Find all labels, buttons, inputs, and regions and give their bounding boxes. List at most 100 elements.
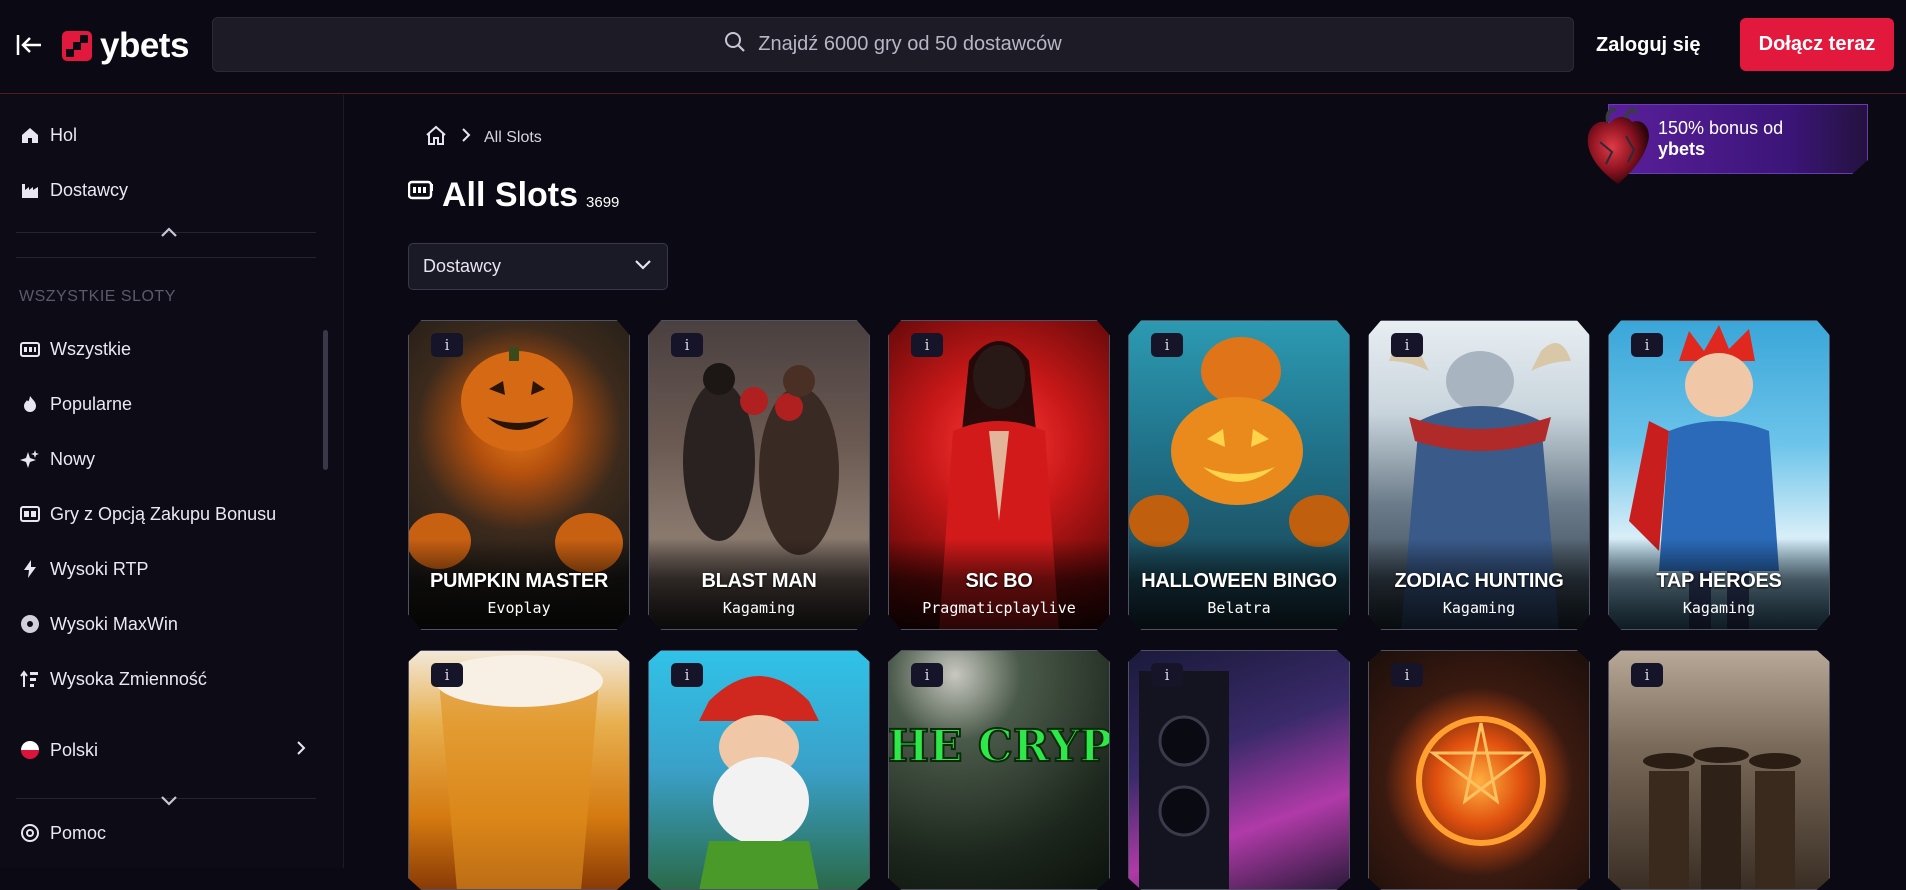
- sidebar-item-label: Wszystkie: [50, 338, 131, 359]
- sidebar-item-label: Wysoka Zmienność: [50, 668, 207, 689]
- swirl-icon: [20, 614, 40, 634]
- game-card[interactable]: i: [1128, 650, 1350, 890]
- logo-text: ybets: [100, 26, 189, 65]
- promo-banner[interactable]: 150% bonus od ybets: [1578, 102, 1868, 190]
- promo-line-1: 150% bonus od: [1658, 118, 1784, 138]
- game-card[interactable]: i HALLOWEEN BINGO Belatra: [1128, 320, 1350, 630]
- breadcrumb-current: All Slots: [484, 128, 542, 146]
- game-card[interactable]: i PUMPKIN MASTER Evoplay: [408, 320, 630, 630]
- game-provider: Belatra: [1207, 599, 1271, 617]
- lightning-icon: [20, 559, 40, 579]
- slot-machine-icon: [407, 178, 434, 215]
- collapse-sidebar-icon[interactable]: [14, 30, 44, 60]
- sidebar-item-label: Wysoki RTP: [50, 558, 149, 579]
- info-button[interactable]: i: [431, 663, 463, 687]
- help-icon: [20, 823, 40, 843]
- section-label: WSZYSTKIE SLOTY: [19, 288, 176, 305]
- chevron-up-icon[interactable]: [158, 221, 180, 243]
- sidebar-item-label: Pomoc: [50, 822, 107, 843]
- sidebar-item-label: Dostawcy: [50, 179, 129, 200]
- promo-text: 150% bonus od ybets: [1658, 118, 1783, 160]
- chevron-right-icon: [292, 739, 310, 762]
- game-title-art: THE CRYPT: [889, 721, 1110, 772]
- info-button[interactable]: i: [911, 663, 943, 687]
- sidebar-scrollbar[interactable]: [323, 330, 328, 470]
- games-count: 3699: [586, 194, 620, 211]
- game-name: ZODIAC HUNTING: [1394, 570, 1564, 592]
- sidebar-item-label: Popularne: [50, 393, 133, 414]
- game-provider: Evoplay: [487, 599, 551, 617]
- search-bar[interactable]: Znajdź 6000 gry od 50 dostawców: [212, 17, 1574, 72]
- info-button[interactable]: i: [911, 333, 943, 357]
- game-card[interactable]: i: [1608, 650, 1830, 890]
- flame-icon: [20, 394, 40, 414]
- info-button[interactable]: i: [671, 333, 703, 357]
- game-provider: Kagaming: [722, 599, 796, 617]
- game-name: PUMPKIN MASTER: [429, 570, 609, 592]
- top-header: ybets Znajdź 6000 gry od 50 dostawców Za…: [0, 0, 1906, 94]
- language-label: Polski: [50, 739, 99, 760]
- language-selector[interactable]: Polski: [20, 736, 310, 764]
- info-button[interactable]: i: [1151, 333, 1183, 357]
- join-now-button[interactable]: Dołącz teraz: [1740, 18, 1894, 71]
- game-card[interactable]: i SIC BO Pragmaticplaylive: [888, 320, 1110, 630]
- info-button[interactable]: i: [1631, 663, 1663, 687]
- providers-dropdown[interactable]: Dostawcy: [408, 243, 668, 290]
- game-card[interactable]: i TAP HEROES Kagaming: [1608, 320, 1830, 630]
- search-icon: [724, 31, 746, 58]
- game-card[interactable]: i: [648, 650, 870, 890]
- providers-dropdown-label: Dostawcy: [423, 256, 502, 276]
- sidebar-item-wysoka-zmiennosc[interactable]: Wysoka Zmienność: [20, 665, 207, 693]
- info-button[interactable]: i: [1391, 333, 1423, 357]
- game-card[interactable]: i: [1368, 650, 1590, 890]
- logo[interactable]: ybets: [62, 26, 189, 66]
- sidebar-item-label: Wysoki MaxWin: [50, 613, 178, 634]
- factory-icon: [20, 180, 40, 200]
- game-name: TAP HEROES: [1656, 570, 1782, 592]
- info-button[interactable]: i: [1631, 333, 1663, 357]
- sidebar-item-dostawcy[interactable]: Dostawcy: [20, 176, 128, 204]
- sidebar-item-nowy[interactable]: Nowy: [20, 445, 95, 473]
- game-provider: Pragmaticplaylive: [922, 599, 1076, 617]
- game-name: HALLOWEEN BINGO: [1141, 570, 1337, 592]
- poland-flag-icon: [20, 740, 40, 760]
- promo-line-2: ybets: [1658, 139, 1706, 159]
- chevron-down-icon: [633, 256, 653, 277]
- bonus-buy-icon: [20, 504, 40, 524]
- page-title: All Slots 3699: [407, 176, 620, 215]
- search-placeholder: Znajdź 6000 gry od 50 dostawców: [758, 33, 1062, 55]
- game-card[interactable]: i ZODIAC HUNTING Kagaming: [1368, 320, 1590, 630]
- sidebar-item-label: Hol: [50, 124, 78, 145]
- sidebar-item-wszystkie[interactable]: Wszystkie: [20, 335, 131, 363]
- info-button[interactable]: i: [431, 333, 463, 357]
- home-icon[interactable]: [424, 124, 448, 151]
- info-button[interactable]: i: [671, 663, 703, 687]
- info-button[interactable]: i: [1391, 663, 1423, 687]
- sidebar: Hol Dostawcy WSZYSTKIE SLOTY Wszystkie P…: [0, 95, 344, 868]
- sidebar-item-hol[interactable]: Hol: [20, 121, 77, 149]
- game-card[interactable]: THE CRYPT i: [888, 650, 1110, 890]
- slot-machine-icon: [20, 339, 40, 359]
- game-card[interactable]: i: [408, 650, 630, 890]
- chevron-down-icon[interactable]: [158, 789, 180, 811]
- sidebar-item-popularne[interactable]: Popularne: [20, 390, 132, 418]
- game-provider: Kagaming: [1682, 599, 1756, 617]
- sidebar-item-wysoki-maxwin[interactable]: Wysoki MaxWin: [20, 610, 178, 638]
- info-button[interactable]: i: [1151, 663, 1183, 687]
- game-name: BLAST MAN: [701, 570, 817, 592]
- game-provider: Kagaming: [1442, 599, 1516, 617]
- page-title-text: All Slots: [442, 176, 579, 214]
- login-button[interactable]: Zaloguj się: [1596, 26, 1700, 64]
- breadcrumb: All Slots: [424, 124, 542, 151]
- sidebar-item-label: Gry z Opcją Zakupu Bonusu: [50, 503, 277, 524]
- game-name: SIC BO: [965, 570, 1033, 592]
- logo-mark-icon: [62, 31, 92, 61]
- divider: [16, 257, 316, 258]
- sidebar-item-label: Nowy: [50, 448, 96, 469]
- sidebar-item-bonus-buy[interactable]: Gry z Opcją Zakupu Bonusu: [20, 500, 276, 528]
- sidebar-item-wysoki-rtp[interactable]: Wysoki RTP: [20, 555, 149, 583]
- sidebar-item-pomoc[interactable]: Pomoc: [20, 819, 106, 847]
- game-card[interactable]: i BLAST MAN Kagaming: [648, 320, 870, 630]
- home-icon: [20, 125, 40, 145]
- chevron-right-icon: [460, 127, 472, 148]
